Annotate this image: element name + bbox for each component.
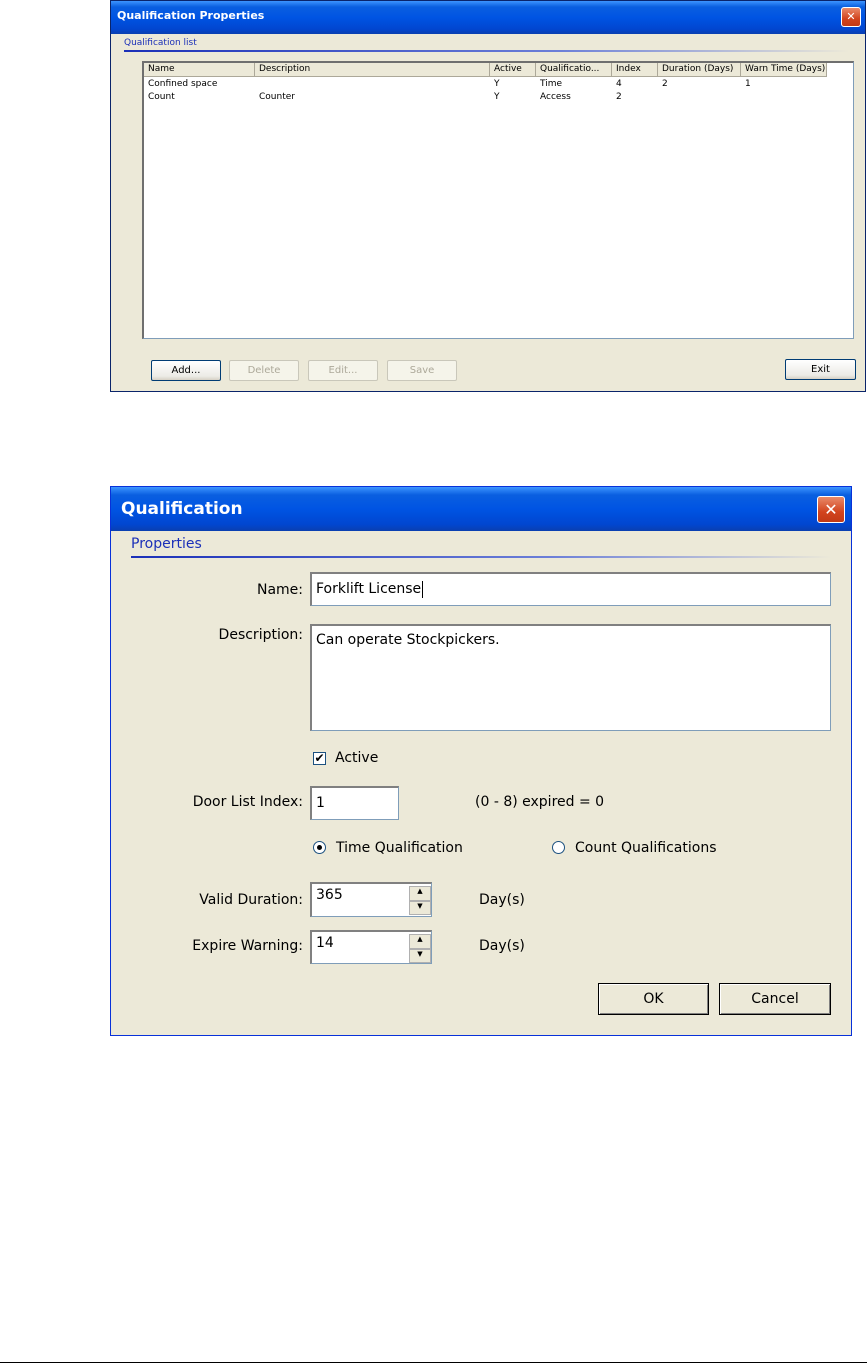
description-field[interactable]: Can operate Stockpickers.: [310, 624, 831, 731]
close-button[interactable]: ✕: [841, 7, 861, 27]
column-header[interactable]: Description: [255, 63, 490, 77]
list-cell: Counter: [259, 92, 295, 102]
group-label: Properties: [131, 536, 202, 552]
edit-button[interactable]: Edit...: [308, 360, 378, 381]
expire-warning-value: 14: [316, 935, 334, 951]
title-bar[interactable]: Qualification Properties ✕: [111, 1, 865, 34]
ok-button[interactable]: OK: [598, 983, 709, 1015]
spin-down-icon[interactable]: ▼: [409, 948, 431, 963]
window-title: Qualification Properties: [117, 9, 265, 22]
valid-duration-label: Valid Duration:: [199, 892, 303, 908]
group-divider: [131, 556, 831, 558]
save-button[interactable]: Save: [387, 360, 457, 381]
name-value: Forklift License: [316, 581, 422, 597]
column-header[interactable]: Index: [612, 63, 658, 77]
list-cell: 2: [616, 92, 622, 102]
name-field[interactable]: Forklift License: [310, 572, 831, 606]
column-header[interactable]: Qualificatio...: [536, 63, 612, 77]
exit-button[interactable]: Exit: [785, 359, 856, 380]
qualification-properties-window: Qualification Properties ✕ Qualification…: [110, 0, 866, 392]
close-icon: ✕: [846, 10, 856, 23]
title-bar[interactable]: Qualification ✕: [111, 487, 851, 531]
description-value: Can operate Stockpickers.: [316, 632, 500, 648]
spin-up-icon[interactable]: ▲: [409, 934, 431, 949]
column-header[interactable]: Warn Time (Days): [741, 63, 827, 77]
expire-warning-unit: Day(s): [479, 938, 525, 954]
name-label: Name:: [256, 582, 303, 598]
list-cell: Confined space: [148, 79, 218, 89]
count-qualifications-label: Count Qualifications: [575, 840, 717, 856]
valid-duration-spinner[interactable]: ▲ ▼: [409, 886, 431, 915]
group-divider: [124, 50, 849, 52]
count-qualifications-radio[interactable]: [552, 841, 565, 854]
list-row[interactable]: Confined space Y Time 4 2 1: [144, 78, 853, 91]
expire-warning-label: Expire Warning:: [192, 938, 303, 954]
list-cell: Y: [494, 79, 500, 89]
window-title: Qualification: [121, 499, 243, 519]
close-button[interactable]: ✕: [817, 496, 845, 523]
column-header[interactable]: Active: [490, 63, 536, 77]
column-header[interactable]: Duration (Days): [658, 63, 741, 77]
delete-button[interactable]: Delete: [229, 360, 299, 381]
description-label: Description:: [218, 627, 303, 643]
add-button[interactable]: Add...: [151, 360, 221, 381]
list-cell: Y: [494, 92, 500, 102]
door-list-index-value: 1: [316, 795, 325, 811]
radio-selected-dot: [317, 845, 322, 850]
list-cell: Count: [148, 92, 175, 102]
door-list-index-label: Door List Index:: [192, 794, 303, 810]
list-cell: Time: [540, 79, 563, 89]
checkmark-icon: ✔: [314, 751, 325, 765]
list-row[interactable]: Count Counter Y Access 2: [144, 91, 853, 104]
list-cell: 4: [616, 79, 622, 89]
expire-warning-spinner[interactable]: ▲ ▼: [409, 934, 431, 963]
time-qualification-label: Time Qualification: [336, 840, 463, 856]
time-qualification-radio[interactable]: [313, 841, 326, 854]
cancel-button[interactable]: Cancel: [719, 983, 831, 1015]
list-cell: 1: [745, 79, 751, 89]
list-cell: Access: [540, 92, 571, 102]
list-cell: 2: [662, 79, 668, 89]
valid-duration-value: 365: [316, 887, 343, 903]
qualification-window: Qualification ✕ Properties Name: Forklif…: [110, 486, 852, 1036]
door-list-index-hint: (0 - 8) expired = 0: [475, 794, 605, 810]
active-checkbox[interactable]: ✔: [313, 752, 326, 765]
close-icon: ✕: [824, 500, 838, 519]
group-label: Qualification list: [124, 38, 197, 48]
door-list-index-field[interactable]: 1: [310, 786, 399, 820]
qualification-list[interactable]: Name Description Active Qualificatio... Inde…: [142, 61, 854, 339]
page-footer-rule: [0, 1362, 867, 1363]
spin-down-icon[interactable]: ▼: [409, 900, 431, 915]
spin-up-icon[interactable]: ▲: [409, 886, 431, 901]
column-header[interactable]: Name: [144, 63, 255, 77]
active-label: Active: [335, 750, 379, 766]
valid-duration-unit: Day(s): [479, 892, 525, 908]
text-cursor: [422, 580, 424, 598]
